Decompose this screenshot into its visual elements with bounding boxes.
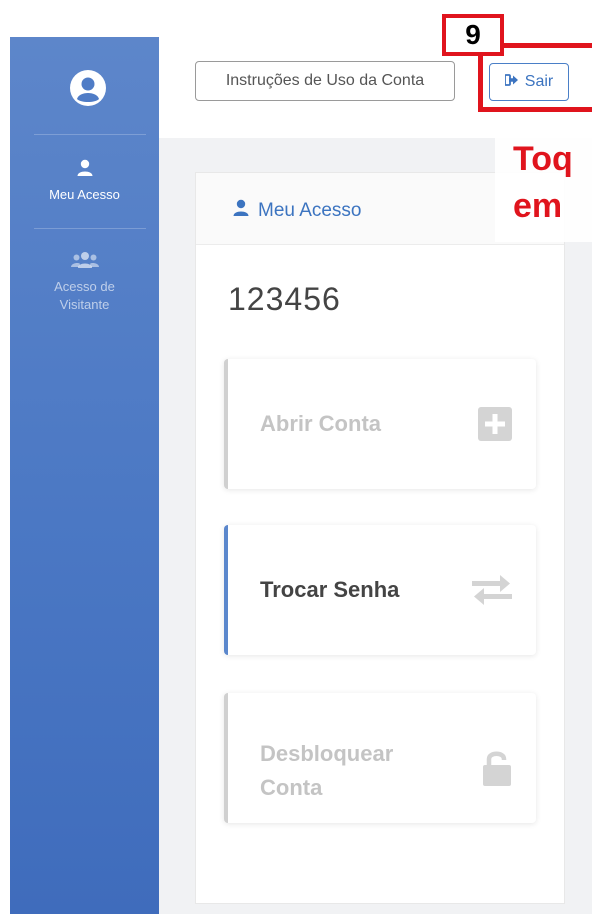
users-icon bbox=[10, 251, 159, 274]
meu-acesso-card: Meu Acesso 123456 Abrir Conta Trocar Sen… bbox=[195, 172, 565, 904]
instructions-label: Instruções de Uso da Conta bbox=[225, 72, 425, 89]
change-password-card[interactable]: Trocar Senha bbox=[224, 525, 536, 655]
profile-avatar-icon[interactable] bbox=[69, 69, 107, 107]
step-number-badge: 9 bbox=[442, 14, 504, 56]
sidebar-item-acesso-visitante[interactable]: Acesso de Visitante bbox=[10, 251, 159, 314]
unlock-account-label: Desbloquear Conta bbox=[260, 741, 394, 800]
plus-square-icon bbox=[478, 407, 512, 445]
sidebar-divider bbox=[34, 228, 146, 229]
card-title-text: Meu Acesso bbox=[258, 200, 362, 221]
unlock-icon bbox=[482, 749, 512, 791]
user-icon bbox=[232, 199, 250, 223]
tutorial-callout: Toq em bbox=[495, 134, 592, 242]
user-icon bbox=[10, 159, 159, 182]
account-number: 123456 bbox=[228, 281, 341, 317]
open-account-label: Abrir Conta bbox=[260, 411, 381, 436]
unlock-account-card: Desbloquear Conta bbox=[224, 693, 536, 823]
sidebar-item-meu-acesso[interactable]: Meu Acesso bbox=[10, 159, 159, 204]
card-title: Meu Acesso bbox=[232, 199, 362, 223]
callout-line-2: em bbox=[513, 187, 563, 225]
sidebar-item-label: Meu Acesso bbox=[49, 187, 120, 202]
callout-line-1: Toq bbox=[513, 140, 573, 178]
instructions-button[interactable]: Instruções de Uso da Conta bbox=[195, 61, 455, 101]
sidebar-divider bbox=[34, 134, 146, 135]
sidebar-item-label: Acesso de Visitante bbox=[54, 279, 115, 312]
open-account-card: Abrir Conta bbox=[224, 359, 536, 489]
exchange-icon bbox=[472, 574, 512, 610]
change-password-label: Trocar Senha bbox=[260, 577, 400, 602]
sidebar: Meu Acesso Acesso de Visitante bbox=[10, 37, 159, 914]
